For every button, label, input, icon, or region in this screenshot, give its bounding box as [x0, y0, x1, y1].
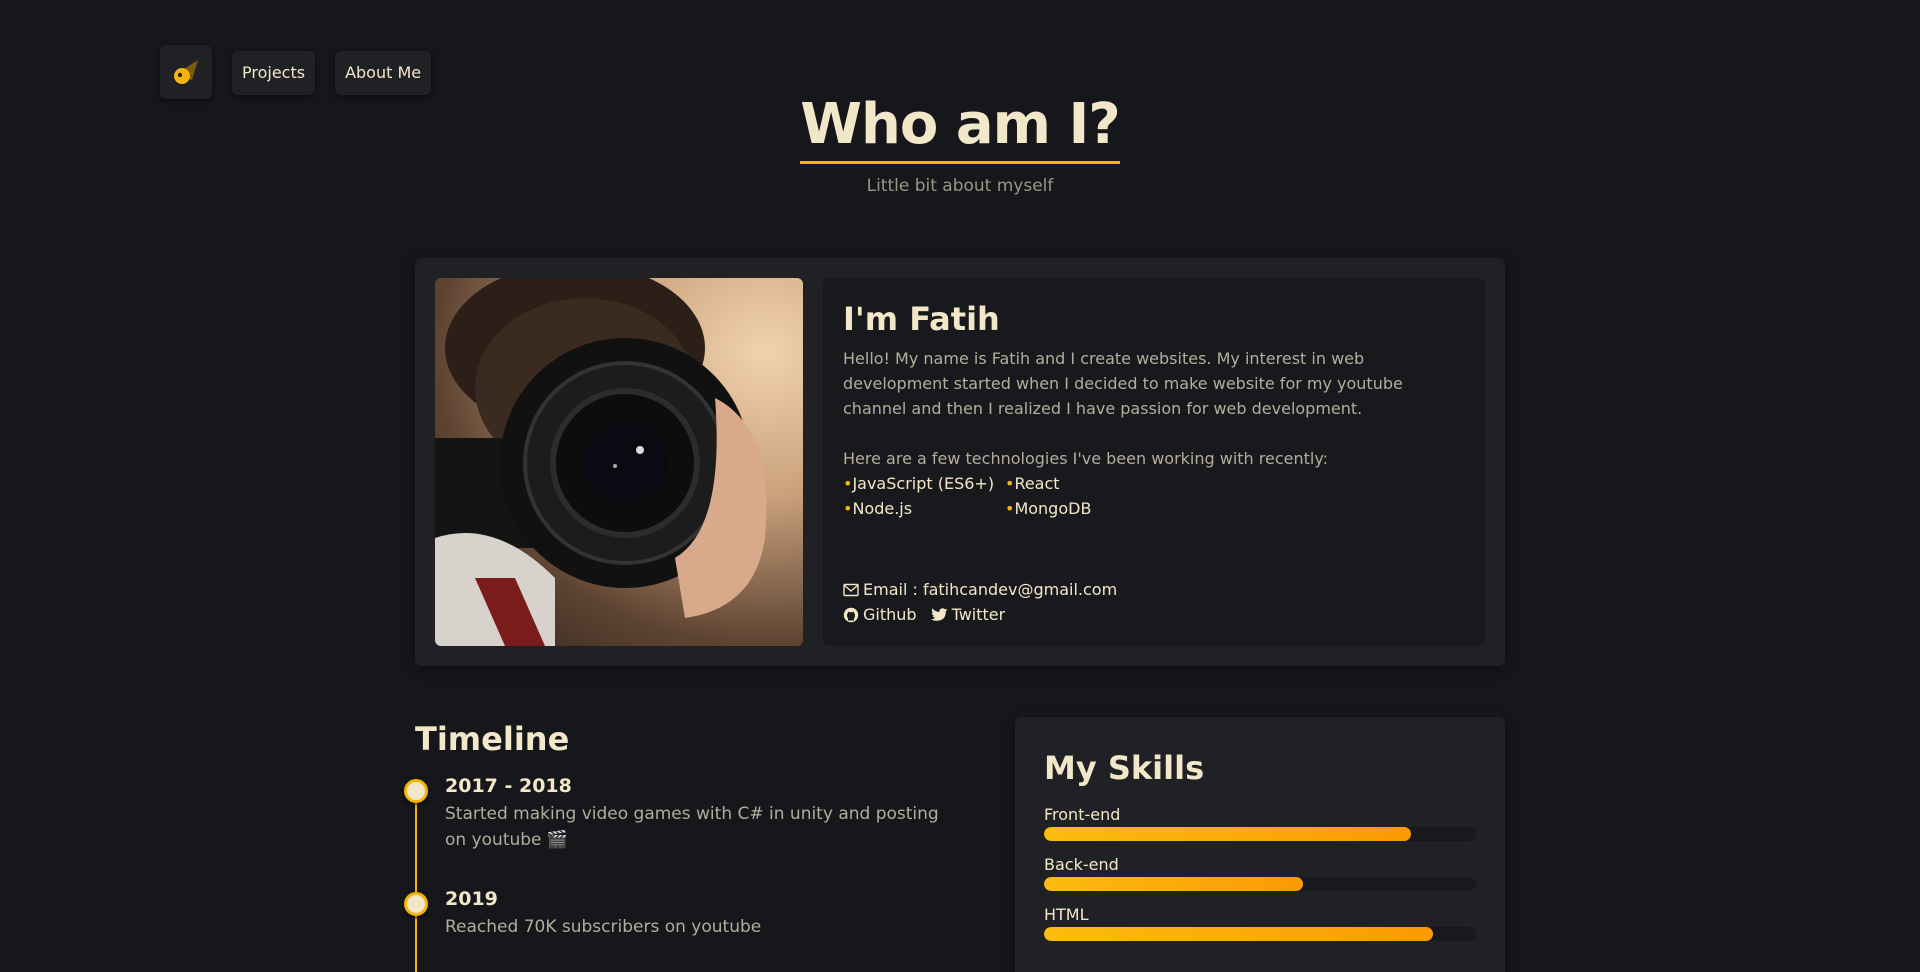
skill-bar-fill: [1044, 827, 1412, 841]
skill-bar-fill: [1044, 877, 1304, 891]
github-label: Github: [863, 605, 917, 624]
timeline-year: 2017 - 2018: [445, 775, 572, 797]
timeline-marker: [404, 779, 428, 803]
comet-logo-icon: [174, 60, 198, 84]
skills-card: My Skills Front-end Back-end HTML: [1015, 717, 1505, 972]
nav-projects-button[interactable]: Projects: [232, 51, 316, 95]
about-info-panel: I'm Fatih Hello! My name is Fatih and I …: [823, 278, 1485, 646]
timeline-title: Timeline: [415, 720, 570, 758]
envelope-icon: [843, 583, 859, 596]
skill-bar-track: [1044, 927, 1476, 941]
skill-item: HTML: [1044, 905, 1476, 941]
timeline-description: Reached 70K subscribers on youtube: [445, 917, 762, 937]
profile-photo: [435, 278, 803, 646]
technology-list: •JavaScript (ES6+) •React •Node.js •Mong…: [843, 471, 1465, 521]
skill-item: Back-end: [1044, 855, 1476, 891]
timeline-year: 2019: [445, 888, 498, 910]
skill-bar-fill: [1044, 927, 1433, 941]
page-header: Who am I? Little bit about myself: [0, 92, 1920, 196]
nav-about-button[interactable]: About Me: [335, 51, 432, 95]
email-row[interactable]: Email : fatihcandev@gmail.com: [843, 577, 1117, 602]
email-text: Email : fatihcandev@gmail.com: [863, 580, 1118, 599]
page-title: Who am I?: [800, 92, 1121, 164]
about-intro-text: Hello! My name is Fatih and I create web…: [843, 349, 1403, 418]
skills-title: My Skills: [1044, 749, 1205, 787]
skill-label: HTML: [1044, 905, 1089, 924]
skill-label: Front-end: [1044, 805, 1121, 824]
skill-item: Front-end: [1044, 805, 1476, 841]
skill-bar-track: [1044, 877, 1476, 891]
technology-item: •JavaScript (ES6+): [843, 474, 995, 493]
tech-intro-text: Here are a few technologies I've been wo…: [843, 449, 1329, 468]
github-link[interactable]: Github: [843, 602, 917, 627]
skill-label: Back-end: [1044, 855, 1119, 874]
twitter-link[interactable]: Twitter: [930, 602, 1006, 627]
timeline-marker: [404, 892, 428, 916]
github-icon: [843, 607, 859, 622]
twitter-label: Twitter: [951, 605, 1006, 624]
top-nav: Projects About Me: [160, 45, 432, 99]
timeline-line: [415, 790, 417, 972]
skill-bar-track: [1044, 827, 1476, 841]
home-logo-button[interactable]: [160, 45, 212, 99]
about-heading: I'm Fatih: [843, 300, 1000, 338]
twitter-icon: [930, 607, 948, 621]
contact-links: Email : fatihcandev@gmail.com Github Twi…: [843, 577, 1117, 627]
about-card: I'm Fatih Hello! My name is Fatih and I …: [415, 258, 1505, 666]
page-subtitle: Little bit about myself: [866, 176, 1054, 196]
technology-item: •MongoDB: [1005, 499, 1092, 518]
technology-item: •Node.js: [843, 499, 913, 518]
timeline-description: Started making video games with C# in un…: [445, 804, 939, 850]
technology-item: •React: [1005, 474, 1060, 493]
camera-photo-illustration: [435, 278, 767, 646]
